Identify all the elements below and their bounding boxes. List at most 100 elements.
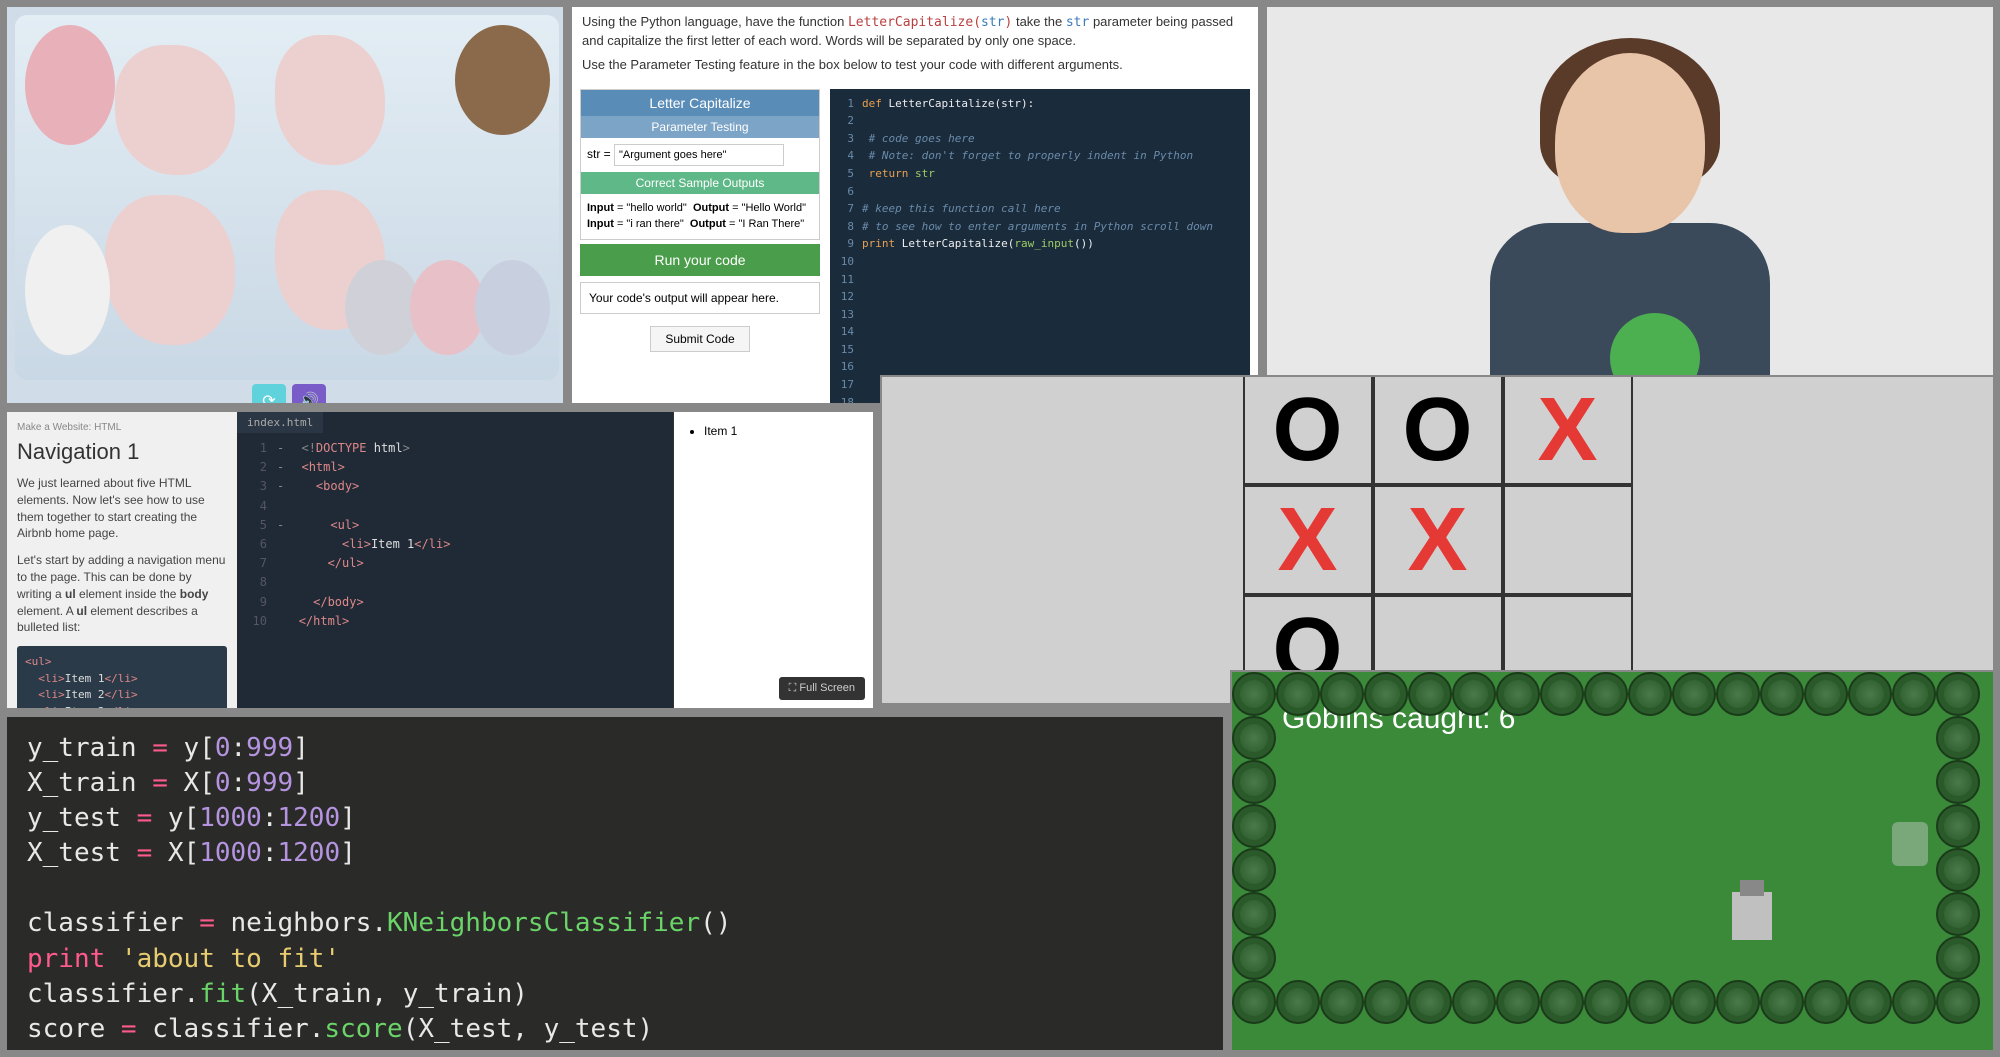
tree-tile (1232, 848, 1276, 892)
ttt-cell[interactable]: X (1373, 485, 1503, 595)
tree-tile (1408, 672, 1452, 716)
tree-tile (1628, 980, 1672, 1024)
tree-tile (1540, 980, 1584, 1024)
instructions: Using the Python language, have the func… (572, 7, 1258, 81)
tree-tile (1584, 672, 1628, 716)
instr-text: take the (1016, 14, 1066, 29)
tree-tile (1276, 980, 1320, 1024)
code-line: # code goes here (862, 132, 975, 145)
label: Input (587, 218, 614, 230)
tree-tile (1232, 936, 1276, 980)
tree-tile (1320, 980, 1364, 1024)
tree-tile (1936, 716, 1980, 760)
tree-tile (1452, 980, 1496, 1024)
tree-tile (1496, 980, 1540, 1024)
winter-puzzle-tile: ⟳ 🔊 (5, 5, 565, 405)
label: Output (693, 202, 729, 214)
tree-tile (1232, 760, 1276, 804)
tree-tile (1936, 980, 1980, 1024)
lesson-text: We just learned about five HTML elements… (17, 475, 227, 542)
tree-tile (1232, 980, 1276, 1024)
character-seal-1[interactable] (345, 260, 420, 355)
tree-tile (1760, 672, 1804, 716)
character-girl[interactable] (25, 25, 115, 145)
argument-input[interactable] (614, 144, 784, 166)
value: = "Hello World" (732, 202, 806, 214)
tree-tile (1848, 672, 1892, 716)
ml-code-tile: y_train = y[0:999] X_train = X[0:999] y_… (5, 715, 1225, 1052)
tree-tile (1364, 672, 1408, 716)
tree-tile (1320, 672, 1364, 716)
tree-tile (1716, 980, 1760, 1024)
samples-header: Correct Sample Outputs (581, 172, 819, 194)
person-face (1555, 53, 1705, 233)
value: = "i ran there" (617, 218, 684, 230)
refresh-button[interactable]: ⟳ (252, 384, 286, 405)
code-line: y_test = y[1000:1200] (27, 801, 1203, 836)
code-line: # Note: don't forget to properly indent … (862, 149, 1193, 162)
code-line: # to see how to enter arguments in Pytho… (862, 220, 1213, 233)
tree-tile (1276, 672, 1320, 716)
code-line: y_train = y[0:999] (27, 731, 1203, 766)
tree-tile (1760, 980, 1804, 1024)
puzzle-slot[interactable] (275, 35, 385, 165)
code-line: score = classifier.score(X_test, y_test) (27, 1012, 1203, 1047)
hero-sprite (1732, 892, 1772, 940)
tree-tile (1892, 672, 1936, 716)
html-lesson-tile: Make a Website: HTML Navigation 1 We jus… (5, 410, 875, 710)
code-line: classifier.fit(X_train, y_train) (27, 977, 1203, 1012)
puzzle-scene[interactable] (15, 15, 559, 380)
ttt-cell[interactable] (1503, 485, 1633, 595)
tree-tile (1232, 672, 1276, 716)
refresh-icon: ⟳ (262, 391, 275, 405)
tree-tile (1232, 892, 1276, 936)
lesson-heading: Navigation 1 (17, 439, 227, 465)
fullscreen-button[interactable]: ⛶ Full Screen (779, 677, 865, 700)
str-label: str = (587, 147, 611, 161)
character-seal-3[interactable] (475, 260, 550, 355)
lesson-editor[interactable]: index.html 1- <!DOCTYPE html> 2- <html> … (237, 412, 673, 708)
panel-title: Letter Capitalize (581, 90, 819, 116)
ttt-cell[interactable]: O (1243, 375, 1373, 485)
editor-tab[interactable]: index.html (237, 412, 323, 433)
breadcrumb: Make a Website: HTML (17, 422, 227, 433)
code-line: prediction = classifier.predict(X[-1]) (27, 1047, 1203, 1052)
run-code-button[interactable]: Run your code (580, 244, 820, 276)
tree-tile (1804, 980, 1848, 1024)
puzzle-controls: ⟳ 🔊 (252, 384, 326, 405)
tree-tile (1672, 980, 1716, 1024)
test-panel: Letter Capitalize Parameter Testing str … (580, 89, 820, 405)
ttt-board: O O X X X O (1243, 375, 1633, 705)
sound-button[interactable]: 🔊 (292, 384, 326, 405)
tree-tile (1936, 892, 1980, 936)
tree-tile (1408, 980, 1452, 1024)
tree-tile (1848, 980, 1892, 1024)
instr-text: Use the Parameter Testing feature in the… (582, 57, 1123, 72)
tree-tile (1584, 980, 1628, 1024)
tree-tile (1936, 848, 1980, 892)
code-editor[interactable]: 1def LetterCapitalize(str): 2 3 # code g… (830, 89, 1250, 405)
ttt-cell[interactable]: X (1243, 485, 1373, 595)
tree-tile (1452, 672, 1496, 716)
character-snowman[interactable] (25, 225, 110, 355)
ttt-cell[interactable]: X (1503, 375, 1633, 485)
preview-pane: Item 1 ⛶ Full Screen (673, 412, 873, 708)
tictactoe-tile: O O X X X O (880, 375, 1995, 705)
code-line: classifier = neighbors.KNeighborsClassif… (27, 906, 1203, 941)
ttt-cell[interactable]: O (1373, 375, 1503, 485)
goblin-game-tile[interactable]: Goblins caught: 6 (1230, 670, 1995, 1052)
character-seal-2[interactable] (410, 260, 485, 355)
goblin-sprite (1892, 822, 1928, 866)
tree-tile (1892, 980, 1936, 1024)
submit-code-button[interactable]: Submit Code (650, 326, 749, 352)
puzzle-slot[interactable] (115, 45, 235, 175)
samples: Input = "hello world" Output = "Hello Wo… (581, 194, 819, 239)
video-tile[interactable] (1265, 5, 1995, 405)
tree-tile (1540, 672, 1584, 716)
puzzle-slot[interactable] (105, 195, 235, 345)
sound-icon: 🔊 (299, 391, 319, 405)
instr-text: Using the Python language, have the func… (582, 14, 848, 29)
lesson-sidebar: Make a Website: HTML Navigation 1 We jus… (7, 412, 237, 708)
code-line: print 'about to fit' (27, 942, 1203, 977)
character-hedgehog[interactable] (455, 25, 550, 135)
